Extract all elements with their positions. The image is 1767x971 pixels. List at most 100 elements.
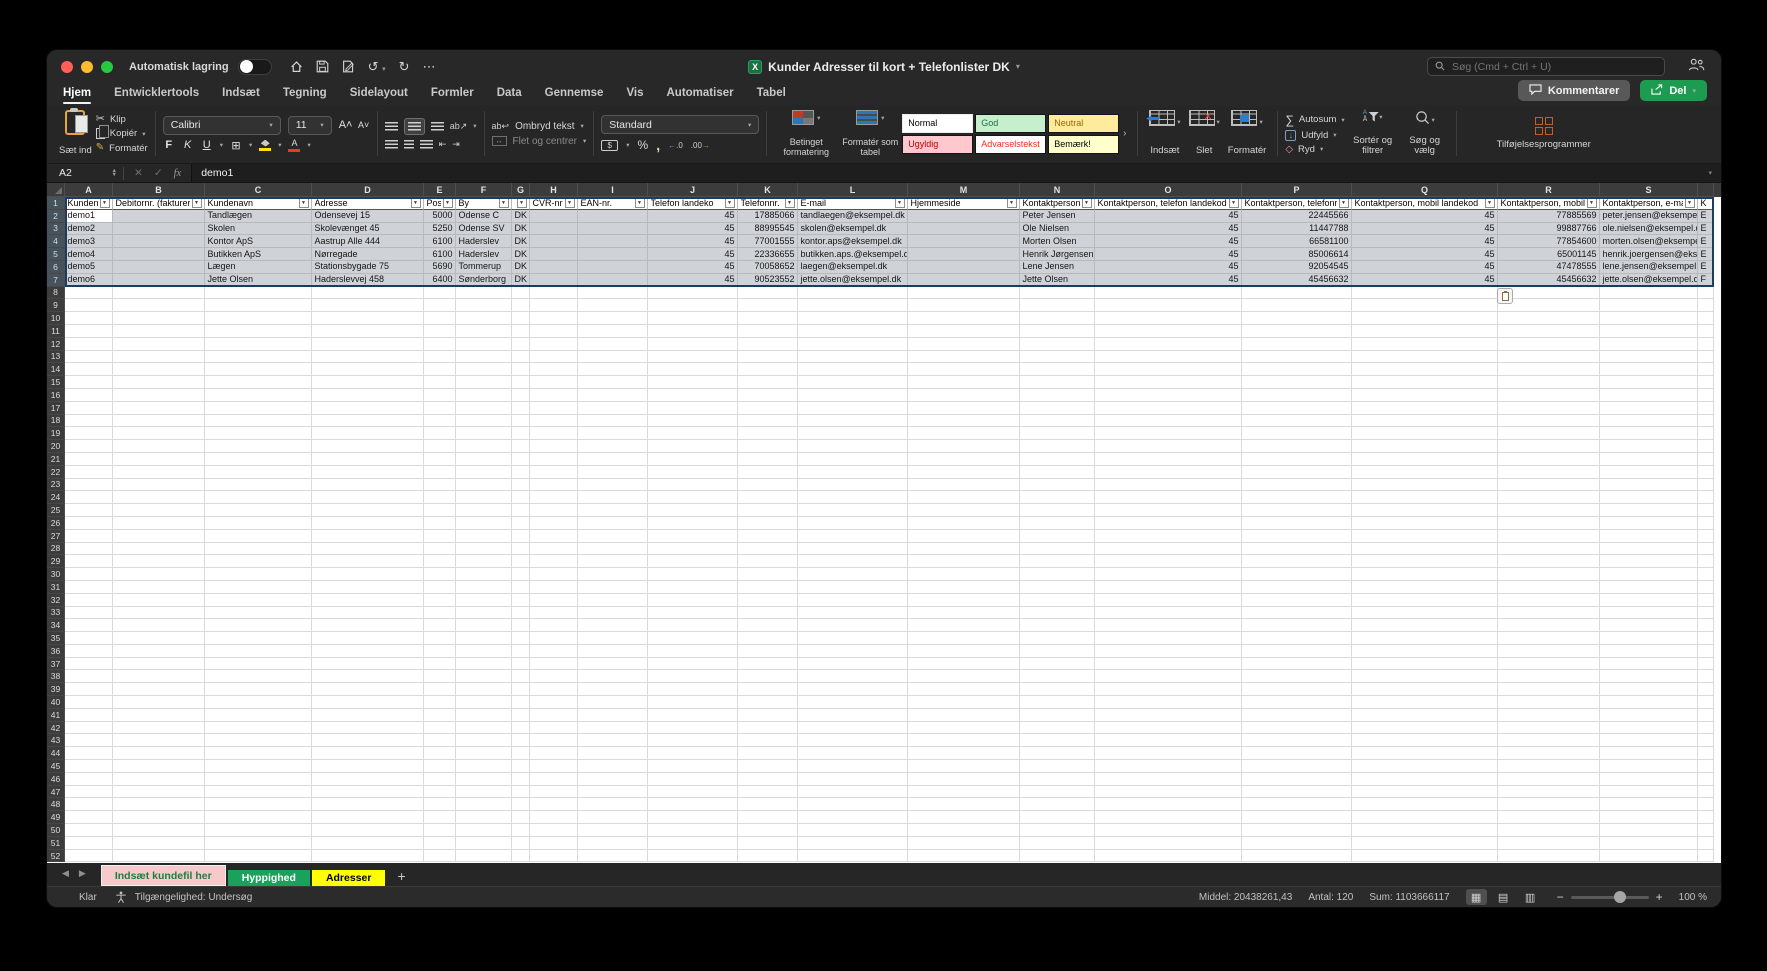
column-header-g[interactable]: G <box>512 183 530 197</box>
cell-D47[interactable] <box>312 786 424 799</box>
cell-N27[interactable] <box>1020 530 1095 543</box>
cell-S16[interactable] <box>1600 389 1698 402</box>
cell-H20[interactable] <box>530 440 578 453</box>
cell-T37[interactable] <box>1698 658 1714 671</box>
cell-L30[interactable] <box>798 568 908 581</box>
cell-K31[interactable] <box>738 581 798 594</box>
cell-E15[interactable] <box>424 376 456 389</box>
cell-D45[interactable] <box>312 760 424 773</box>
bold-button[interactable]: F <box>163 139 175 151</box>
cell-L52[interactable] <box>798 850 908 863</box>
cell-H41[interactable] <box>530 709 578 722</box>
cell-L50[interactable] <box>798 824 908 837</box>
cell-N3[interactable]: Ole Nielsen <box>1020 223 1095 236</box>
decrease-indent-icon[interactable]: ⇤ <box>439 139 447 150</box>
cell-I16[interactable] <box>578 389 648 402</box>
cell-S46[interactable] <box>1600 773 1698 786</box>
cell-C8[interactable] <box>205 287 312 300</box>
cell-J14[interactable] <box>648 363 738 376</box>
cell-K50[interactable] <box>738 824 798 837</box>
cell-H33[interactable] <box>530 607 578 620</box>
cell-K41[interactable] <box>738 709 798 722</box>
cell-I6[interactable] <box>578 261 648 274</box>
cell-M22[interactable] <box>908 466 1020 479</box>
cell-C32[interactable] <box>205 594 312 607</box>
cell-A16[interactable] <box>65 389 113 402</box>
cell-R13[interactable] <box>1498 351 1600 364</box>
cell-T2[interactable]: E <box>1698 210 1714 223</box>
cell-L41[interactable] <box>798 709 908 722</box>
cell-O49[interactable] <box>1095 811 1242 824</box>
increase-indent-icon[interactable]: ⇥ <box>452 139 460 150</box>
cell-T26[interactable] <box>1698 517 1714 530</box>
cell-S38[interactable] <box>1600 670 1698 683</box>
filter-dropdown-icon[interactable]: ▼ <box>1229 198 1239 208</box>
cell-K22[interactable] <box>738 466 798 479</box>
cell-N35[interactable] <box>1020 632 1095 645</box>
cell-R34[interactable] <box>1498 619 1600 632</box>
cell-A36[interactable] <box>65 645 113 658</box>
row-number[interactable]: 34 <box>47 619 65 632</box>
cell-T31[interactable] <box>1698 581 1714 594</box>
cell-Q5[interactable]: 45 <box>1352 248 1498 261</box>
cell-O31[interactable] <box>1095 581 1242 594</box>
cell-O20[interactable] <box>1095 440 1242 453</box>
formula-input[interactable]: demo1 ▾ <box>191 164 1721 182</box>
cell-H25[interactable] <box>530 504 578 517</box>
cell-M37[interactable] <box>908 658 1020 671</box>
cell-P28[interactable] <box>1242 543 1352 556</box>
cell-P19[interactable] <box>1242 427 1352 440</box>
name-box-spinner[interactable]: ▲▼ <box>112 169 117 178</box>
cell-M25[interactable] <box>908 504 1020 517</box>
cell-B44[interactable] <box>113 747 205 760</box>
cell-Q10[interactable] <box>1352 312 1498 325</box>
add-sheet-button[interactable]: + <box>397 869 405 883</box>
cell-E26[interactable] <box>424 517 456 530</box>
cell-M29[interactable] <box>908 555 1020 568</box>
cell-D44[interactable] <box>312 747 424 760</box>
cell-R4[interactable]: 77854600 <box>1498 235 1600 248</box>
cell-R28[interactable] <box>1498 543 1600 556</box>
insert-function-icon[interactable]: fx <box>174 168 182 179</box>
cell-P38[interactable] <box>1242 670 1352 683</box>
next-sheet-icon[interactable]: ▶ <box>79 868 86 879</box>
cell-O9[interactable] <box>1095 299 1242 312</box>
cell-I21[interactable] <box>578 453 648 466</box>
align-bottom-icon[interactable] <box>431 122 444 131</box>
cell-F17[interactable] <box>456 402 512 415</box>
cell-H9[interactable] <box>530 299 578 312</box>
cell-M27[interactable] <box>908 530 1020 543</box>
cell-G17[interactable] <box>512 402 530 415</box>
percent-format-icon[interactable]: % <box>638 138 649 152</box>
cell-A46[interactable] <box>65 773 113 786</box>
cell-T34[interactable] <box>1698 619 1714 632</box>
cell-N7[interactable]: Jette Olsen <box>1020 274 1095 287</box>
paste-button[interactable]: Sæt ind <box>55 108 96 159</box>
cell-C44[interactable] <box>205 747 312 760</box>
cell-T45[interactable] <box>1698 760 1714 773</box>
cell-Q48[interactable] <box>1352 798 1498 811</box>
cell-D27[interactable] <box>312 530 424 543</box>
cell-T25[interactable] <box>1698 504 1714 517</box>
cell-O7[interactable]: 45 <box>1095 274 1242 287</box>
cell-T14[interactable] <box>1698 363 1714 376</box>
cell-O30[interactable] <box>1095 568 1242 581</box>
cell-I46[interactable] <box>578 773 648 786</box>
cell-S39[interactable] <box>1600 683 1698 696</box>
cell-I25[interactable] <box>578 504 648 517</box>
cell-J34[interactable] <box>648 619 738 632</box>
cell-B51[interactable] <box>113 837 205 850</box>
cell-R39[interactable] <box>1498 683 1600 696</box>
cell-M10[interactable] <box>908 312 1020 325</box>
cell-M41[interactable] <box>908 709 1020 722</box>
cell-H14[interactable] <box>530 363 578 376</box>
cell-C13[interactable] <box>205 351 312 364</box>
cell-C23[interactable] <box>205 479 312 492</box>
cell-D42[interactable] <box>312 722 424 735</box>
cell-E3[interactable]: 5250 <box>424 223 456 236</box>
cell-R45[interactable] <box>1498 760 1600 773</box>
cell-F8[interactable] <box>456 287 512 300</box>
cell-S43[interactable] <box>1600 734 1698 747</box>
cell-H37[interactable] <box>530 658 578 671</box>
row-number[interactable]: 39 <box>47 683 65 696</box>
